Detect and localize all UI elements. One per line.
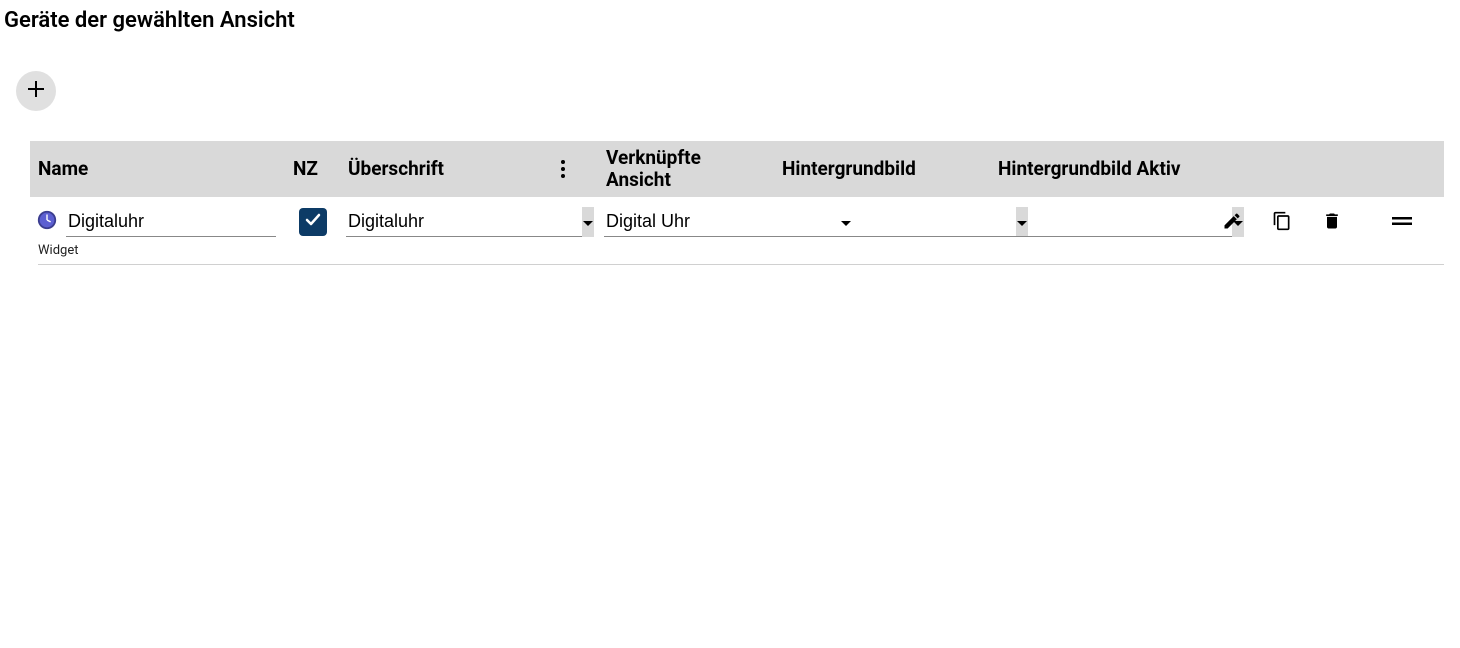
row-subtype-label: Widget xyxy=(38,241,1444,265)
col-header-bgimg: Hintergrundbild xyxy=(774,141,990,197)
page-title: Geräte der gewählten Ansicht xyxy=(4,8,1460,33)
more-vert-icon xyxy=(561,160,565,178)
pencil-icon xyxy=(1222,211,1242,234)
check-icon xyxy=(304,211,322,234)
drag-handle[interactable] xyxy=(1390,213,1414,232)
edit-button[interactable] xyxy=(1220,209,1244,236)
col-header-nz: NZ xyxy=(285,141,340,197)
col-header-bgimg-active: Hintergrundbild Aktiv xyxy=(990,141,1200,197)
add-button[interactable] xyxy=(16,71,56,111)
chevron-down-icon xyxy=(582,212,594,233)
col-header-name: Name xyxy=(30,141,285,197)
trash-icon xyxy=(1322,211,1342,234)
bgimg-select[interactable] xyxy=(780,207,1016,237)
heading-dropdown-button[interactable] xyxy=(582,207,594,237)
devices-table: Name NZ Überschrift Verknüpfte Ansicht H… xyxy=(30,141,1444,265)
nz-checkbox[interactable] xyxy=(299,208,327,236)
copy-icon xyxy=(1272,211,1292,234)
name-input[interactable] xyxy=(66,207,276,237)
bgimg-active-select[interactable] xyxy=(996,207,1232,237)
heading-select[interactable] xyxy=(346,207,582,237)
drag-handle-icon xyxy=(1392,215,1412,230)
delete-button[interactable] xyxy=(1320,209,1344,236)
table-row xyxy=(30,197,1444,241)
col-header-linkedview: Verknüpfte Ansicht xyxy=(598,141,774,197)
clock-icon xyxy=(36,209,58,236)
plus-icon xyxy=(27,78,45,104)
col-header-heading: Überschrift xyxy=(340,141,528,197)
table-header: Name NZ Überschrift Verknüpfte Ansicht H… xyxy=(30,141,1444,197)
col-header-menu[interactable] xyxy=(528,141,598,197)
copy-button[interactable] xyxy=(1270,209,1294,236)
col-header-actions xyxy=(1200,141,1444,197)
